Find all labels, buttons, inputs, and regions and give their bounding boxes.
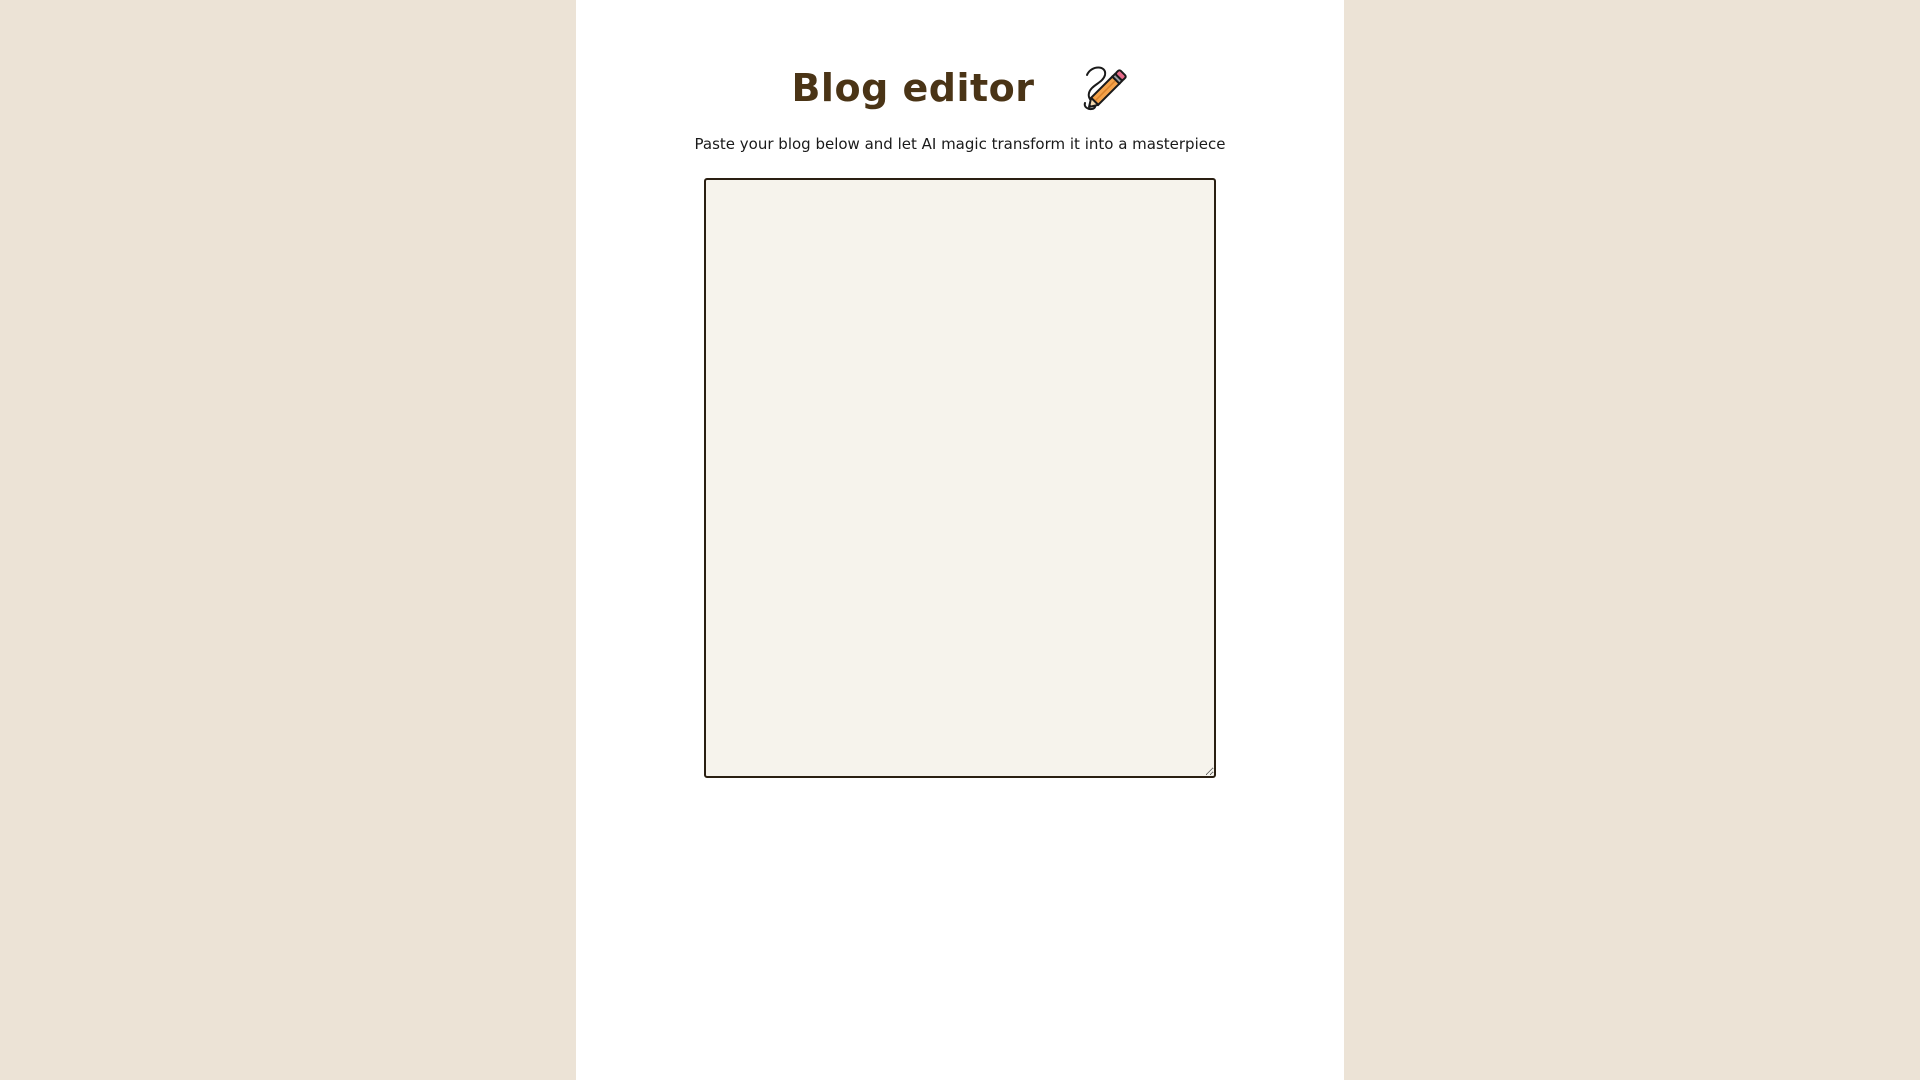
blog-text-editor[interactable] [704,178,1216,778]
header: Blog editor [576,58,1344,118]
page: Blog editor Paste your blog below and le… [0,0,1920,1080]
page-title: Blog editor [791,66,1035,110]
title-row: Blog editor [791,58,1128,118]
instructions-text: Paste your blog below and let AI magic t… [694,135,1226,153]
pencil-scribble-icon [1073,63,1129,113]
content-panel: Blog editor Paste your blog below and le… [576,0,1344,1080]
